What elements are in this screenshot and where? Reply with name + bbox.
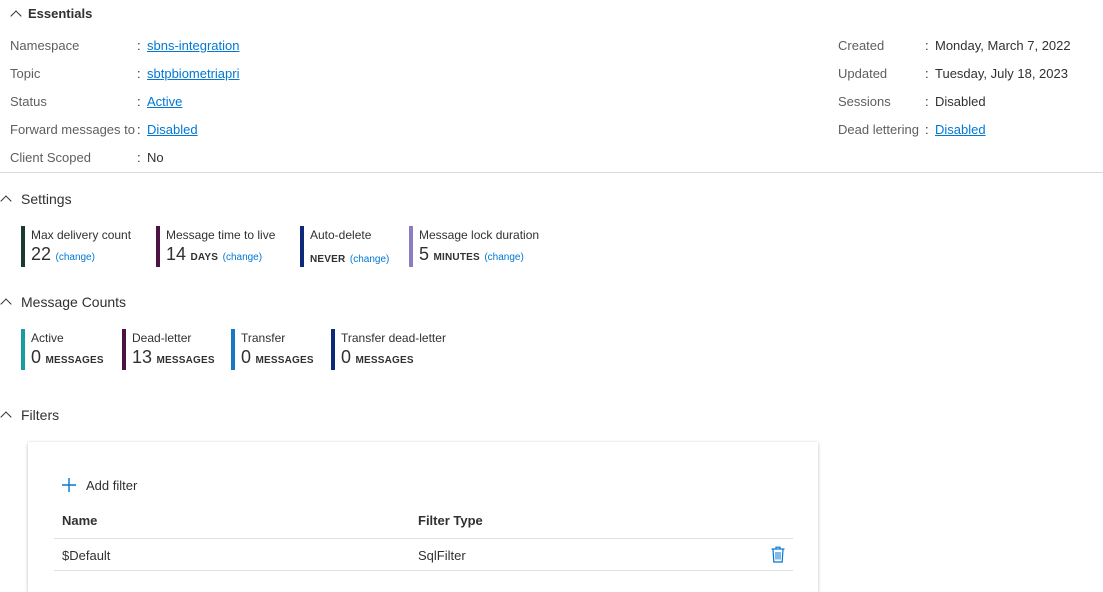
card-unit: MESSAGES [45,355,104,366]
colon: : [137,66,141,81]
topic-link[interactable]: sbtpbiometriapri [147,66,240,81]
card-number: 0 [31,347,42,367]
filters-title: Filters [21,407,60,423]
lock-duration-card: Message lock duration 5 MINUTES (change) [409,226,554,267]
updated-label: Updated [838,66,888,81]
forward-messages-label: Forward messages to [10,122,135,137]
sessions-label: Sessions [838,94,891,109]
colon: : [925,66,929,81]
card-number: 0 [341,347,352,367]
chevron-up-icon [0,411,12,423]
row-divider [54,570,793,571]
card-accent [409,226,413,267]
status-link[interactable]: Active [147,94,182,109]
sessions-value: Disabled [935,94,986,109]
card-unit: MESSAGES [255,355,314,366]
essentials-title: Essentials [28,6,93,21]
chevron-up-icon [0,298,12,310]
card-label: Auto-delete [310,228,372,242]
card-accent [156,226,160,267]
change-link[interactable]: (change) [223,252,262,263]
card-label: Transfer dead-letter [341,331,446,345]
card-accent [331,329,335,370]
max-delivery-count-card: Max delivery count 22 (change) [21,226,146,267]
created-label: Created [838,38,885,53]
filter-name-cell: $Default [62,548,111,563]
namespace-link[interactable]: sbns-integration [147,38,240,53]
transfer-count-card: Transfer 0 MESSAGES [231,329,326,370]
client-scoped-label: Client Scoped [10,150,91,165]
colon: : [137,150,141,165]
filters-panel: Add filter Name Filter Type $Default Sql… [28,442,818,592]
card-label: Transfer [241,331,286,345]
dead-letter-count-card: Dead-letter 13 MESSAGES [122,329,222,370]
card-unit: MESSAGES [355,355,414,366]
add-filter-label: Add filter [86,478,138,493]
colon: : [925,122,929,137]
colon: : [137,38,141,53]
essentials-divider [0,172,1103,173]
card-number: 13 [132,347,153,367]
colon: : [925,38,929,53]
card-number: 14 [166,244,187,264]
transfer-dead-letter-count-card: Transfer dead-letter 0 MESSAGES [331,329,461,370]
column-header-filter-type[interactable]: Filter Type [418,513,483,528]
card-label: Dead-letter [132,331,192,345]
client-scoped-value: No [147,150,164,165]
card-label: Message lock duration [419,228,540,242]
card-unit: MESSAGES [156,355,215,366]
created-value: Monday, March 7, 2022 [935,38,1071,53]
namespace-label: Namespace [10,38,80,53]
status-label: Status [10,94,47,109]
card-label: Max delivery count [31,228,132,242]
card-number: 22 [31,244,52,264]
active-count-card: Active 0 MESSAGES [21,329,116,370]
message-ttl-card: Message time to live 14 DAYS (change) [156,226,291,267]
settings-title: Settings [21,191,72,207]
card-accent [122,329,126,370]
card-unit: MINUTES [433,252,480,263]
topic-label: Topic [10,66,41,81]
column-header-name[interactable]: Name [62,513,97,528]
change-link[interactable]: (change) [350,254,389,265]
forward-messages-link[interactable]: Disabled [147,122,198,137]
card-label: Active [31,331,64,345]
add-filter-button[interactable]: Add filter [62,477,182,495]
delete-icon[interactable] [771,546,785,563]
card-label: Message time to live [166,228,276,242]
dead-lettering-label: Dead lettering [838,122,919,137]
updated-value: Tuesday, July 18, 2023 [935,66,1068,81]
filter-type-cell: SqlFilter [418,548,466,563]
message-counts-title: Message Counts [21,294,127,310]
colon: : [137,122,141,137]
chevron-up-icon [0,195,12,207]
card-accent [231,329,235,370]
colon: : [137,94,141,109]
change-link[interactable]: (change) [55,252,94,263]
change-link[interactable]: (change) [484,252,523,263]
table-row[interactable]: $Default SqlFilter [54,539,793,570]
colon: : [925,94,929,109]
card-accent [21,329,25,370]
auto-delete-card: Auto-delete NEVER (change) [300,226,400,267]
card-unit: DAYS [190,252,219,263]
card-accent [21,226,25,267]
plus-icon [62,478,76,492]
card-accent [300,226,304,267]
card-number: 0 [241,347,252,367]
chevron-up-icon [10,10,22,22]
card-unit: NEVER [310,254,346,265]
card-number: 5 [419,244,430,264]
dead-lettering-link[interactable]: Disabled [935,122,986,137]
